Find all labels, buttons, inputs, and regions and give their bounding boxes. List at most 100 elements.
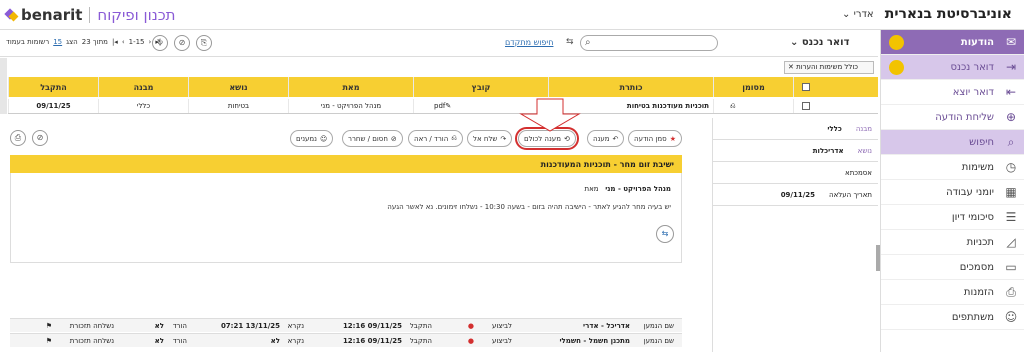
- last-page-icon[interactable]: ▸|: [155, 38, 161, 46]
- message-text: יש בעיה מחר להגיע לאתר - הישיבה תהיה בזו…: [387, 203, 671, 211]
- sidebar-item-orders[interactable]: ⎙ הזמנות: [881, 280, 1024, 305]
- detail-upload-date: 09/11/25 תאריך העלאה: [713, 184, 878, 206]
- reply-icon: ↶: [612, 134, 619, 143]
- detail-reference: אסמכתא: [713, 162, 878, 184]
- forward-button[interactable]: שלח אל ↷: [467, 130, 513, 147]
- message-body: מנהל הפרויקט - מני מאת יש בעיה מחר להגיע…: [10, 173, 682, 263]
- print-icon[interactable]: ⎙: [10, 130, 26, 146]
- search-icon: ⌕: [1007, 135, 1015, 149]
- inbox-in-icon: ⇥: [1005, 60, 1017, 74]
- first-page-icon[interactable]: |◂: [112, 38, 118, 46]
- per-page-link[interactable]: 15: [53, 38, 62, 46]
- swap-icon[interactable]: ⇆: [656, 225, 674, 243]
- sidebar-item-search[interactable]: ⌕ חיפוש: [881, 130, 1024, 155]
- col-file[interactable]: קובץ: [413, 77, 548, 97]
- recipient-row: שם הנמען אדריכל - אדרי לביצוע ● התקבל 12…: [10, 318, 682, 332]
- filter-chip[interactable]: ✕ כולל משימות והערות: [784, 61, 874, 74]
- sidebar-item-meeting-summaries[interactable]: ☰ סיכומי דיון: [881, 205, 1024, 230]
- col-from[interactable]: מאת: [288, 77, 413, 97]
- reply-button[interactable]: מענה ↶: [587, 130, 625, 147]
- chevron-down-icon: ⌄: [790, 37, 799, 48]
- prev-page-icon[interactable]: ‹: [122, 38, 125, 46]
- close-icon[interactable]: ✕: [788, 63, 794, 71]
- sidebar-item-send-message[interactable]: ⊕ שליחת הודעה: [881, 105, 1024, 130]
- table-scrollbar[interactable]: [0, 58, 7, 114]
- university-name: אוניברסיטת בנארית: [884, 6, 1012, 22]
- search-icon: ⌕: [585, 37, 591, 48]
- pencil-icon: ✎: [445, 102, 452, 110]
- triangle-ruler-icon: ◿: [1006, 235, 1016, 249]
- pagination: רשומות בעמוד 15 הצג מתוך 23 |◂ ‹ 1-15 › …: [6, 38, 161, 46]
- calendar-icon: ▦: [1005, 185, 1017, 199]
- pdf-file-link[interactable]: pdf: [434, 102, 445, 110]
- message-title: ישיבת זום מחר - תוכניות המעודכנות: [10, 155, 682, 173]
- printer-icon: ⎙: [1006, 285, 1016, 299]
- outbox-icon: ⇤: [1005, 85, 1017, 99]
- table-header: התקבל מבנה נושא מאת קובץ כותרת מסומן: [8, 77, 878, 97]
- export-icon[interactable]: ⎘: [196, 35, 212, 51]
- recipients-button[interactable]: נמענים ☺: [290, 130, 334, 147]
- notification-dot: [889, 35, 904, 50]
- sidebar-item-messages[interactable]: ✉ הודעות: [881, 30, 1024, 55]
- sidebar-item-tasks[interactable]: ◷ משימות: [881, 155, 1024, 180]
- sidebar-item-inbox[interactable]: ⇥ דואר נכנס: [881, 55, 1024, 80]
- col-building[interactable]: מבנה: [98, 77, 188, 97]
- down-arrow-annotation-icon: [519, 98, 581, 132]
- message-actions: ⎙ ⊘ נמענים ☺ חסום / שחרר ⊘ הורד / ראה ⎌ שלח…: [10, 127, 682, 150]
- mark-message-button[interactable]: סמן הודעה ★: [628, 130, 682, 147]
- folder-title[interactable]: ⌄ דואר נכנס: [790, 37, 850, 48]
- col-subject[interactable]: נושא: [188, 77, 288, 97]
- next-page-icon[interactable]: ›: [149, 38, 152, 46]
- status-dot-icon: ●: [467, 337, 474, 345]
- sidebar-item-work-logs[interactable]: ▦ יומני עבודה: [881, 180, 1024, 205]
- hide-icon[interactable]: ⊘: [174, 35, 190, 51]
- sidebar: ✉ הודעות ⇥ דואר נכנס ⇤ דואר יוצא ⊕ שליחת הוד…: [880, 30, 1024, 352]
- col-received[interactable]: התקבל: [8, 77, 98, 97]
- table-row[interactable]: 09/11/25 כללי בטיחות מנהל הפרויקט - מני …: [8, 99, 878, 114]
- status-dot-icon: ●: [467, 322, 474, 330]
- user-menu[interactable]: ⌄ אדרי: [842, 9, 874, 20]
- bell-icon: ⚑: [45, 337, 52, 345]
- col-marked[interactable]: מסומן: [713, 77, 793, 97]
- download-view-button[interactable]: הורד / ראה ⎌: [408, 130, 463, 147]
- send-reminder-link[interactable]: נשלחה תזכורת: [70, 322, 114, 330]
- clock-icon: ◷: [1005, 160, 1017, 174]
- recipient-row: שם הנמען מתכנן חשמל - חשמלי לביצוע ● התק…: [10, 333, 682, 347]
- user-name: אדרי: [853, 9, 874, 20]
- person-icon: ☺: [1004, 310, 1018, 324]
- filter-settings-icon[interactable]: ⇆: [566, 37, 574, 47]
- total-count: מתוך 23: [81, 38, 108, 46]
- row-checkbox[interactable]: [793, 99, 818, 113]
- reply-all-button[interactable]: מענה לכולם ⟲: [515, 127, 579, 150]
- sidebar-item-documents[interactable]: ▭ מסמכים: [881, 255, 1024, 280]
- forward-icon: ↷: [500, 134, 507, 143]
- list-toolbar: ⌄ דואר נכנס ⌕ ⇆ חיפוש מתקדם ⎘ ⊘ ↻ רשומות…: [0, 31, 878, 57]
- col-title[interactable]: כותרת: [548, 77, 713, 97]
- hide-message-icon[interactable]: ⊘: [32, 130, 48, 146]
- details-panel: כללי מבנה אדריכלות נושא אסמכתא 09/11/25 תאר…: [712, 118, 878, 352]
- plus-circle-icon: ⊕: [1005, 110, 1017, 124]
- select-all-checkbox[interactable]: [793, 77, 818, 97]
- block-icon: ⊘: [390, 134, 397, 143]
- sidebar-item-participants[interactable]: ☺ משתתפים: [881, 305, 1024, 330]
- logo: benarit תכנון ופיקוח: [6, 4, 176, 26]
- sidebar-item-outbox[interactable]: ⇤ דואר יוצא: [881, 80, 1024, 105]
- envelope-icon: ✉: [1005, 35, 1017, 49]
- per-page-suffix: רשומות בעמוד: [6, 38, 50, 46]
- notes-icon: ☰: [1005, 210, 1017, 224]
- chevron-down-icon: ⌄: [842, 9, 851, 20]
- block-release-button[interactable]: חסום / שחרר ⊘: [342, 130, 403, 147]
- clip-icon: ⎌: [451, 134, 457, 142]
- detail-building: כללי מבנה: [713, 118, 878, 140]
- message-from: מנהל הפרויקט - מני מאת: [584, 185, 671, 193]
- send-reminder-link[interactable]: נשלחה תזכורת: [70, 337, 114, 345]
- star-icon: ★: [669, 134, 676, 143]
- per-page-show: הצג: [66, 38, 78, 46]
- brand-name: benarit: [21, 6, 83, 24]
- reply-all-icon: ⟲: [563, 134, 570, 143]
- search-input[interactable]: ⌕: [580, 35, 718, 51]
- advanced-search-link[interactable]: חיפוש מתקדם: [505, 38, 553, 47]
- folder-icon: ▭: [1005, 260, 1017, 274]
- sidebar-item-plans[interactable]: ◿ תכניות: [881, 230, 1024, 255]
- page-range: 1-15: [128, 38, 145, 46]
